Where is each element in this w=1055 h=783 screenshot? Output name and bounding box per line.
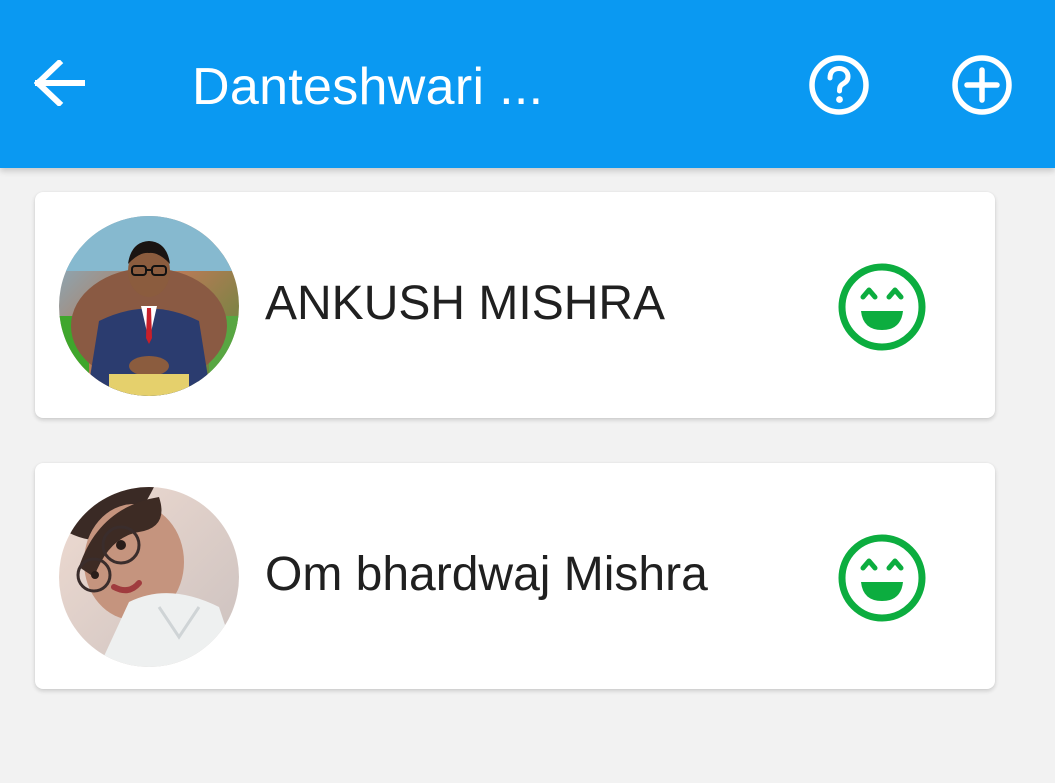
member-card[interactable]: Om bhardwaj Mishra <box>35 463 995 689</box>
app-bar: Danteshwari ... <box>0 0 1055 168</box>
avatar <box>59 216 239 396</box>
happy-face-icon <box>835 531 929 625</box>
happy-face-icon <box>835 260 929 354</box>
member-card[interactable]: ANKUSH MISHRA <box>35 192 995 418</box>
avatar <box>59 487 239 667</box>
add-circle-icon <box>950 53 1014 121</box>
member-name: Om bhardwaj Mishra <box>265 548 708 601</box>
member-name: ANKUSH MISHRA <box>265 277 666 330</box>
arrow-left-icon <box>33 58 86 110</box>
page-title: Danteshwari ... <box>192 58 544 116</box>
back-button[interactable] <box>30 55 90 115</box>
add-button[interactable] <box>950 55 1014 119</box>
help-button[interactable] <box>807 55 871 119</box>
help-circle-icon <box>807 53 871 121</box>
